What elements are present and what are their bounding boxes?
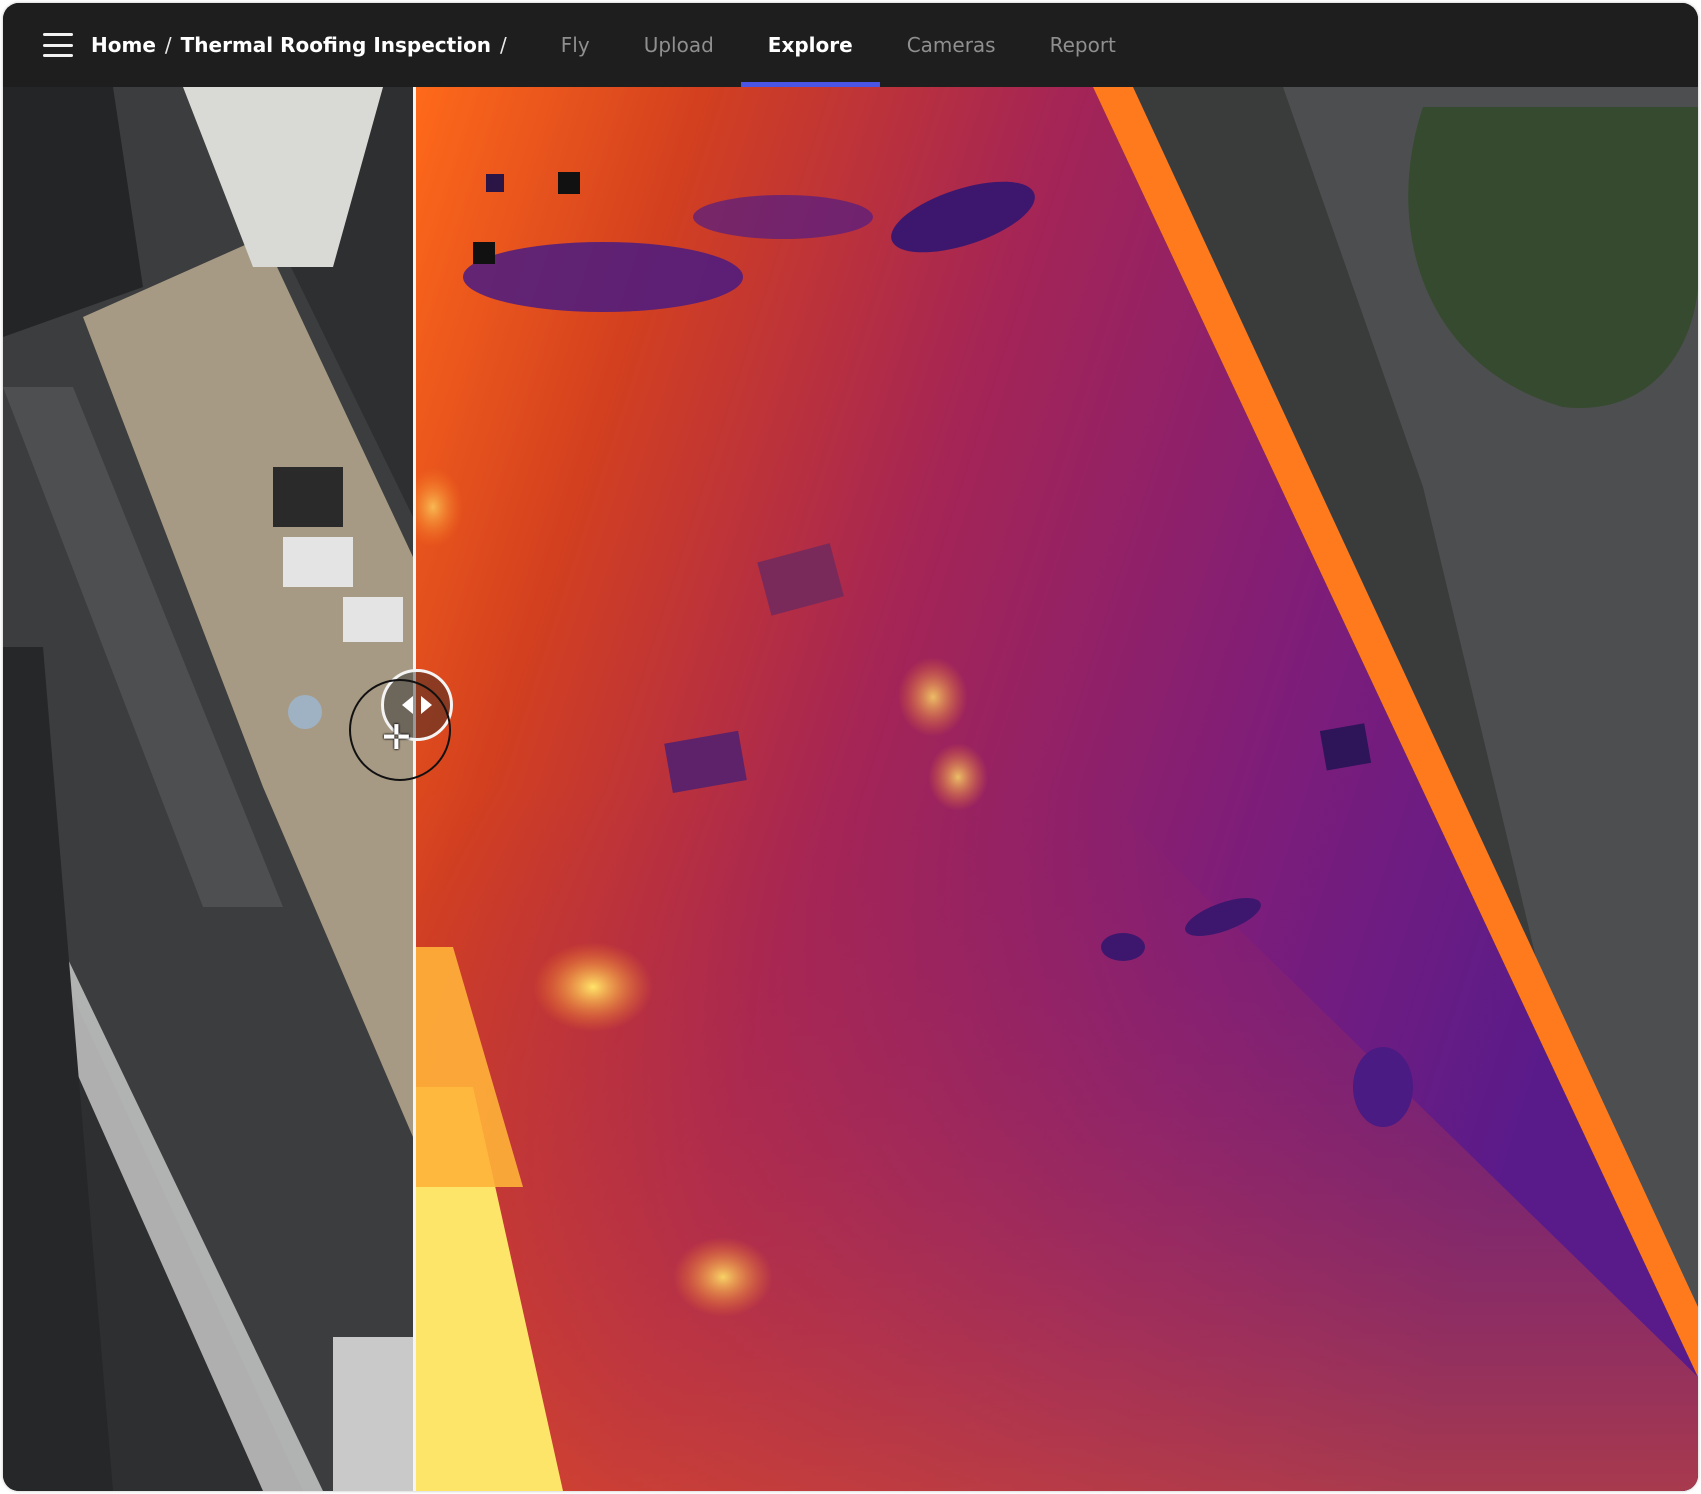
thermal-imagery-layer bbox=[413, 87, 1698, 1491]
map-viewer[interactable] bbox=[3, 87, 1698, 1491]
left-right-arrows-icon[interactable] bbox=[381, 669, 453, 741]
top-navigation-bar: Home / Thermal Roofing Inspection / Fly … bbox=[3, 3, 1698, 87]
breadcrumb-separator: / bbox=[164, 33, 172, 57]
tab-fly[interactable]: Fly bbox=[534, 3, 617, 87]
tab-report[interactable]: Report bbox=[1023, 3, 1143, 87]
breadcrumb-home[interactable]: Home bbox=[91, 33, 156, 57]
compare-divider-line[interactable] bbox=[413, 87, 416, 1491]
tab-upload[interactable]: Upload bbox=[617, 3, 741, 87]
breadcrumb-project[interactable]: Thermal Roofing Inspection bbox=[181, 33, 491, 57]
app-window: Home / Thermal Roofing Inspection / Fly … bbox=[3, 3, 1698, 1491]
tab-bar: Fly Upload Explore Cameras Report bbox=[534, 3, 1143, 87]
tab-explore[interactable]: Explore bbox=[740, 3, 880, 87]
breadcrumb-separator: / bbox=[500, 33, 507, 57]
breadcrumb: Home / Thermal Roofing Inspection / bbox=[91, 33, 516, 57]
tab-cameras[interactable]: Cameras bbox=[880, 3, 1023, 87]
hamburger-icon[interactable] bbox=[43, 33, 73, 57]
visual-imagery-layer bbox=[3, 87, 413, 1491]
